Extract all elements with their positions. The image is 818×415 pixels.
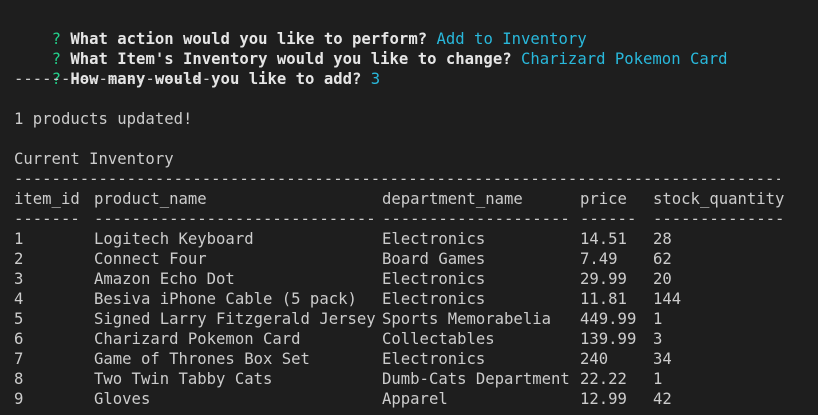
header-stock-quantity: stock_quantity [653, 190, 785, 208]
cell-product-name: Connect Four [94, 250, 207, 268]
table-row: 3 Amazon Echo Dot Electronics 29.99 20 [0, 269, 818, 289]
table-row: 8 Two Twin Tabby Cats Dumb-Cats Departme… [0, 369, 818, 389]
prompt-answer: 3 [370, 70, 381, 88]
cell-product-name: Gloves [94, 390, 151, 408]
underline-product-name: ------------------------------ [94, 210, 376, 228]
underline-item-id: ------- [14, 210, 80, 228]
underline-price: ------ [580, 210, 637, 228]
cell-product-name: Game of Thrones Box Set [94, 350, 310, 368]
underline-stock-quantity: -------------- [653, 210, 785, 228]
table-top-divider: ----------------------------------------… [14, 170, 780, 188]
cell-price: 22.22 [580, 370, 627, 388]
prompt-action: ? What action would you like to perform?… [14, 9, 587, 48]
cell-price: 11.81 [580, 290, 627, 308]
cell-department-name: Electronics [382, 270, 486, 288]
cell-item-id: 3 [14, 270, 24, 288]
table-row: 2 Connect Four Board Games 7.49 62 [0, 249, 818, 269]
prompt-answer: Charizard Pokemon Card [520, 50, 728, 68]
cell-stock-quantity: 1 [653, 370, 663, 388]
cell-stock-quantity: 62 [653, 250, 672, 268]
cell-product-name: Two Twin Tabby Cats [94, 370, 273, 388]
cell-price: 12.99 [580, 390, 627, 408]
cell-product-name: Logitech Keyboard [94, 230, 254, 248]
cell-price: 449.99 [580, 310, 637, 328]
cell-department-name: Dumb-Cats Department [382, 370, 570, 388]
short-divider: --------------------- [14, 70, 212, 88]
cell-stock-quantity: 3 [653, 330, 663, 348]
table-row: 5 Signed Larry Fitzgerald Jersey Sports … [0, 309, 818, 329]
underline-department-name: -------------------- [382, 210, 570, 228]
header-product-name: product_name [94, 190, 207, 208]
cell-stock-quantity: 1 [653, 310, 663, 328]
cell-stock-quantity: 34 [653, 350, 672, 368]
cell-price: 139.99 [580, 330, 637, 348]
table-row: 1 Logitech Keyboard Electronics 14.51 28 [0, 229, 818, 249]
header-item-id: item_id [14, 190, 80, 208]
cell-product-name: Amazon Echo Dot [94, 270, 235, 288]
cell-department-name: Electronics [382, 350, 486, 368]
table-header-underline: ------- ------------------------------ -… [0, 209, 818, 229]
section-title: Current Inventory [14, 150, 174, 168]
cell-item-id: 2 [14, 250, 24, 268]
prompt-item: ? What Item's Inventory would you like t… [14, 29, 728, 68]
table-row: 7 Game of Thrones Box Set Electronics 24… [0, 349, 818, 369]
cell-price: 14.51 [580, 230, 627, 248]
header-price: price [580, 190, 627, 208]
cell-department-name: Electronics [382, 290, 486, 308]
cell-stock-quantity: 42 [653, 390, 672, 408]
cell-product-name: Signed Larry Fitzgerald Jersey [94, 310, 376, 328]
update-message: 1 products updated! [14, 110, 193, 128]
cell-product-name: Charizard Pokemon Card [94, 330, 301, 348]
cell-item-id: 5 [14, 310, 24, 328]
cell-item-id: 6 [14, 330, 24, 348]
cell-item-id: 4 [14, 290, 24, 308]
table-row: 9 Gloves Apparel 12.99 42 [0, 389, 818, 409]
cell-department-name: Sports Memorabelia [382, 310, 551, 328]
cell-department-name: Electronics [382, 230, 486, 248]
cell-price: 240 [580, 350, 609, 368]
prompt-quantity: ? How many would you like to add? 3 [14, 49, 381, 88]
cell-price: 29.99 [580, 270, 627, 288]
cell-department-name: Collectables [382, 330, 495, 348]
cell-item-id: 9 [14, 390, 24, 408]
cell-item-id: 1 [14, 230, 24, 248]
header-department-name: department_name [382, 190, 523, 208]
table-row: 4 Besiva iPhone Cable (5 pack) Electroni… [0, 289, 818, 309]
cell-department-name: Apparel [382, 390, 448, 408]
table-header-row: item_id product_name department_name pri… [0, 189, 818, 209]
cell-price: 7.49 [580, 250, 618, 268]
cell-department-name: Board Games [382, 250, 486, 268]
table-row: 6 Charizard Pokemon Card Collectables 13… [0, 329, 818, 349]
cell-product-name: Besiva iPhone Cable (5 pack) [94, 290, 357, 308]
cell-item-id: 8 [14, 370, 24, 388]
cell-item-id: 7 [14, 350, 24, 368]
cell-stock-quantity: 20 [653, 270, 672, 288]
cell-stock-quantity: 28 [653, 230, 672, 248]
cell-stock-quantity: 144 [653, 290, 682, 308]
